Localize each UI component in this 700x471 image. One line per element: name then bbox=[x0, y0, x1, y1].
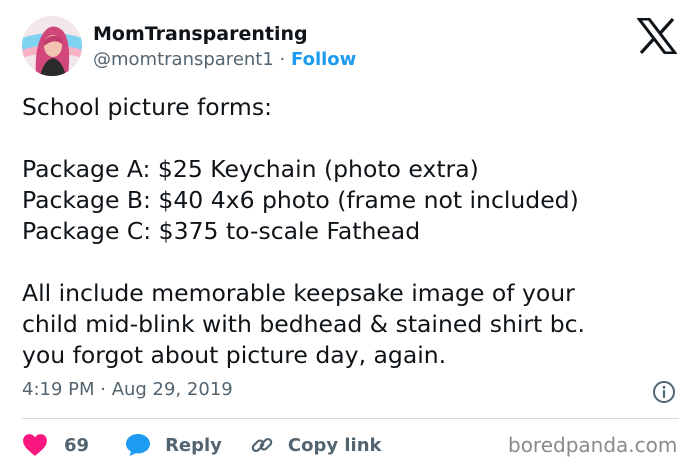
watermark: boredpanda.com bbox=[508, 433, 678, 457]
tweet-actions: 69 Reply Copy link bbox=[22, 428, 382, 462]
author-handle[interactable]: @momtransparent1 bbox=[93, 49, 274, 70]
heart-icon bbox=[23, 434, 47, 456]
link-icon bbox=[251, 437, 273, 453]
author-display-name[interactable]: MomTransparenting bbox=[93, 22, 308, 46]
divider bbox=[22, 418, 679, 419]
tweet-text: School picture forms: Package A: $25 Key… bbox=[22, 92, 682, 371]
like-button[interactable]: 69 bbox=[22, 433, 89, 457]
follow-button[interactable]: Follow bbox=[291, 49, 356, 70]
copy-link-button[interactable]: Copy link bbox=[250, 433, 382, 457]
tweet-line: Package C: $375 to-scale Fathead bbox=[22, 217, 421, 245]
like-count: 69 bbox=[64, 434, 90, 456]
reply-button[interactable]: Reply bbox=[125, 433, 222, 457]
tweet-line-break bbox=[22, 123, 682, 154]
tweet-line: you forgot about picture day, again. bbox=[22, 341, 447, 369]
tweet-timestamp[interactable]: 4:19 PM · Aug 29, 2019 bbox=[22, 377, 233, 403]
author-handle-row: @momtransparent1 · Follow bbox=[93, 48, 356, 72]
info-icon[interactable] bbox=[652, 380, 676, 404]
x-logo-icon[interactable] bbox=[635, 17, 679, 55]
tweet-line-break bbox=[22, 247, 682, 278]
avatar[interactable] bbox=[22, 16, 82, 76]
handle-separator: · bbox=[279, 49, 286, 70]
tweet-line: child mid-blink with bedhead & stained s… bbox=[22, 310, 586, 338]
reply-label: Reply bbox=[165, 434, 222, 456]
tweet-line: All include memorable keepsake image of … bbox=[22, 279, 575, 307]
tweet-line: Package A: $25 Keychain (photo extra) bbox=[22, 155, 479, 183]
copy-link-label: Copy link bbox=[287, 434, 382, 456]
profile-photo-avatar bbox=[22, 16, 82, 76]
reply-bubble-icon bbox=[126, 434, 151, 456]
tweet-line: School picture forms: bbox=[22, 93, 272, 121]
tweet-line: Package B: $40 4x6 photo (frame not incl… bbox=[22, 186, 579, 214]
